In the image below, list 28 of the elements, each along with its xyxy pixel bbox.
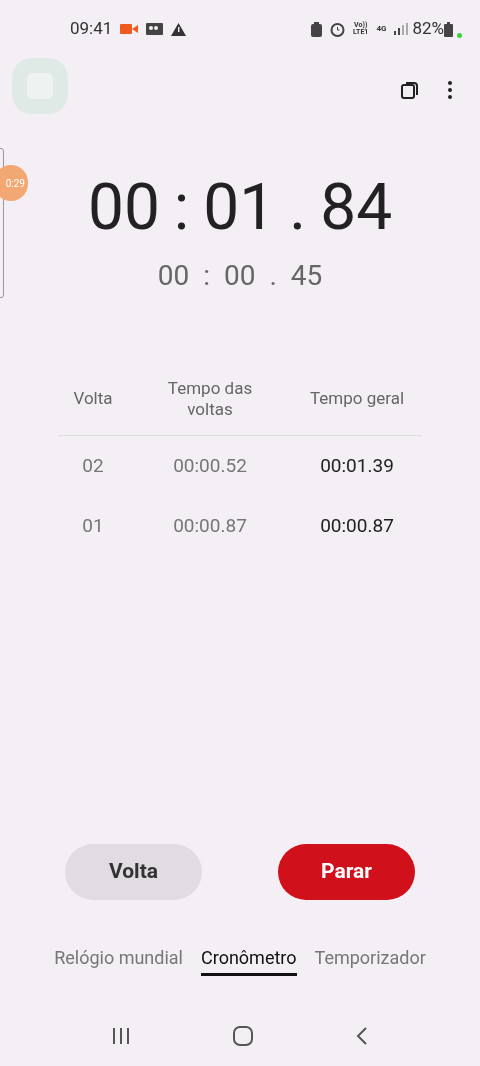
- lap-time: 00 : 00 . 45: [157, 262, 323, 290]
- table-cell-text: 00:00.52: [172, 452, 248, 479]
- home-icon[interactable]: [233, 1026, 253, 1046]
- tab[interactable]: Temporizador: [314, 944, 426, 976]
- table-cell-text: 00:01.39: [319, 452, 395, 479]
- elapsed-time: 00 : 01 . 84: [87, 176, 393, 240]
- stop-button[interactable]: Parar: [278, 844, 415, 900]
- table-cell-text: 00:00.87: [172, 512, 248, 539]
- tab[interactable]: Relógio mundial: [54, 944, 183, 976]
- back-icon[interactable]: [356, 1027, 369, 1045]
- tab[interactable]: Cronômetro: [201, 944, 297, 976]
- clock-time: 09:41: [70, 17, 113, 41]
- more-options-icon[interactable]: [448, 80, 452, 100]
- signal-icon: [394, 23, 409, 35]
- battery-percent: 82%: [412, 17, 444, 41]
- warning-icon: [171, 22, 187, 36]
- table-cell-text: 02: [81, 452, 105, 479]
- table-cell-text: 01: [81, 512, 105, 539]
- copy-icon[interactable]: [400, 80, 420, 100]
- column-header: Volta: [72, 386, 114, 410]
- network-type: 4G: [376, 23, 387, 35]
- table-cell-text: 00:00.87: [319, 512, 395, 539]
- video-camera-icon: [120, 23, 139, 35]
- column-header: Tempo das voltas: [166, 377, 254, 420]
- recent-apps-icon[interactable]: [111, 1027, 130, 1045]
- lap-button[interactable]: Volta: [65, 844, 202, 900]
- battery-icon: [444, 21, 453, 37]
- column-header: Tempo geral: [308, 386, 406, 410]
